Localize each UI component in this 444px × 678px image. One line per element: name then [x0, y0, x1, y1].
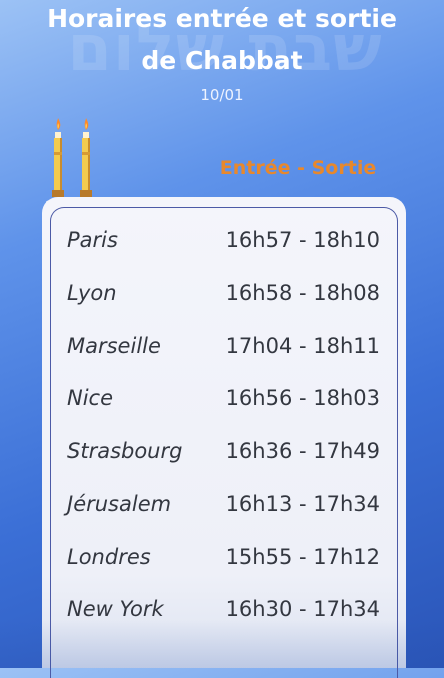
- date-label: 10/01: [200, 86, 244, 104]
- table-row: Strasbourg 16h36 - 17h49: [42, 431, 406, 471]
- page-title: Horaires entrée et sortie: [47, 4, 397, 33]
- table-row: Paris 16h57 - 18h10: [42, 220, 406, 260]
- bottom-shadow: [0, 620, 444, 668]
- column-header: Entrée - Sortie: [219, 157, 377, 179]
- page-title-line2: de Chabbat: [141, 46, 303, 75]
- times-card: Paris 16h57 - 18h10 Lyon 16h58 - 18h08 M…: [42, 197, 406, 678]
- shabbat-candles-icon: [46, 118, 102, 206]
- shabbat-times: 16h56 - 18h03: [225, 386, 380, 410]
- shabbat-times: 17h04 - 18h11: [225, 334, 380, 358]
- city-name: Nice: [67, 386, 114, 410]
- shabbat-times: 16h13 - 17h34: [225, 492, 380, 516]
- table-row: Jérusalem 16h13 - 17h34: [42, 484, 406, 524]
- table-row: Lyon 16h58 - 18h08: [42, 273, 406, 313]
- table-row: Nice 16h56 - 18h03: [42, 378, 406, 418]
- shabbat-times: 16h58 - 18h08: [225, 281, 380, 305]
- table-row: Londres 15h55 - 17h12: [42, 537, 406, 577]
- shabbat-times: 15h55 - 17h12: [225, 545, 380, 569]
- shabbat-times: 16h30 - 17h34: [225, 597, 380, 621]
- table-row: Marseille 17h04 - 18h11: [42, 326, 406, 366]
- city-name: New York: [67, 597, 164, 621]
- city-name: Jérusalem: [67, 492, 172, 516]
- city-name: Paris: [67, 228, 118, 252]
- shabbat-times: 16h57 - 18h10: [225, 228, 380, 252]
- city-name: Marseille: [67, 334, 161, 358]
- city-name: Strasbourg: [67, 439, 183, 463]
- city-name: Londres: [67, 545, 151, 569]
- shabbat-times: 16h36 - 17h49: [225, 439, 380, 463]
- city-name: Lyon: [67, 281, 117, 305]
